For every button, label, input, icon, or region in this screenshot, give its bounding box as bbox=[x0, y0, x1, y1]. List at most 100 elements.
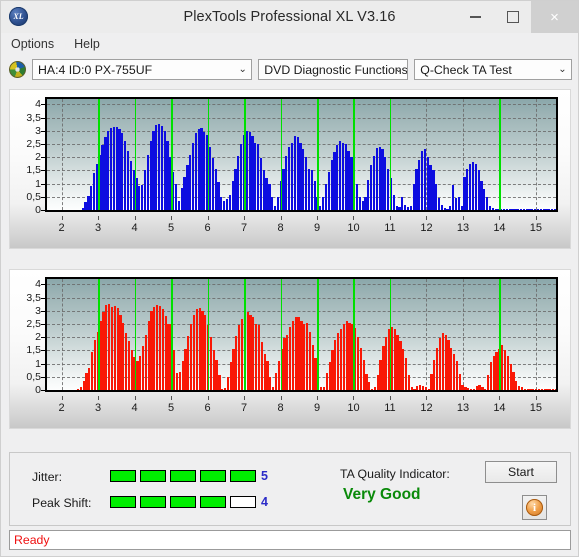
jitter-label: Jitter: bbox=[32, 470, 63, 484]
x-axis-tick-mark bbox=[389, 396, 391, 400]
marker-line bbox=[353, 99, 355, 210]
minimize-button[interactable] bbox=[457, 1, 494, 33]
x-axis-tick-mark bbox=[389, 216, 391, 220]
x-axis-tick-mark bbox=[317, 396, 318, 400]
drive-select[interactable]: HA:4 ID:0 PX-755UF ⌄ bbox=[32, 59, 253, 80]
x-axis-tick-label: 3 bbox=[95, 402, 102, 414]
y-axis-tick-label: 0,5 bbox=[26, 370, 41, 383]
test-select[interactable]: Q-Check TA Test ⌄ bbox=[414, 59, 572, 80]
x-axis-tick-label: 2 bbox=[58, 402, 65, 414]
x-axis-tick-mark bbox=[426, 216, 428, 220]
marker-line bbox=[171, 99, 173, 210]
y-axis-tick-label: 0,5 bbox=[26, 190, 41, 203]
x-axis-tick-label: 11 bbox=[384, 222, 396, 234]
jitter-chart-x-axis: 2 3 4 5 6 7 8 9 10 11 12 13 14 15 bbox=[45, 216, 558, 236]
close-button[interactable]: × bbox=[531, 1, 578, 33]
info-icon: i bbox=[526, 499, 543, 516]
x-axis-tick-label: 11 bbox=[384, 402, 396, 414]
x-axis-tick-mark bbox=[61, 396, 63, 400]
function-select[interactable]: DVD Diagnostic Functions ⌄ bbox=[258, 59, 409, 80]
marker-line bbox=[280, 279, 283, 390]
x-axis-tick-label: 9 bbox=[313, 222, 321, 234]
marker-line bbox=[207, 279, 210, 390]
x-axis-tick-label: 6 bbox=[204, 222, 211, 234]
x-axis-tick-mark bbox=[98, 216, 100, 220]
x-axis-tick-mark bbox=[134, 396, 136, 400]
function-select-value: DVD Diagnostic Functions bbox=[264, 62, 408, 77]
meter-segment bbox=[230, 470, 256, 482]
marker-line bbox=[353, 279, 355, 390]
marker-line bbox=[134, 279, 137, 390]
start-button[interactable]: Start bbox=[485, 461, 557, 483]
x-axis-tick-mark bbox=[134, 216, 136, 220]
peak-shift-value: 4 bbox=[261, 495, 268, 509]
gridline-horizontal bbox=[47, 130, 556, 132]
x-axis-tick-label: 15 bbox=[529, 402, 543, 414]
meter-segment bbox=[140, 470, 166, 482]
x-axis-tick-label: 8 bbox=[277, 222, 284, 234]
menu-item-help[interactable]: Help bbox=[74, 37, 100, 51]
marker-line bbox=[280, 99, 283, 210]
peak-shift-chart-plot bbox=[45, 277, 558, 392]
x-axis-tick-label: 13 bbox=[456, 222, 470, 234]
y-axis-tick-label: 2,5 bbox=[26, 317, 41, 330]
x-axis-tick-mark bbox=[207, 396, 209, 400]
y-axis-tick-label: 3,5 bbox=[26, 291, 41, 304]
x-axis-tick-mark bbox=[535, 396, 537, 400]
x-axis-tick-label: 5 bbox=[167, 222, 175, 234]
marker-line bbox=[499, 279, 501, 390]
jitter-chart-y-axis: 0 0,5 1 1,5 2 2,5 3 3,5 4 bbox=[10, 90, 45, 219]
jitter-chart-plot bbox=[45, 97, 558, 212]
x-axis-tick-label: 10 bbox=[347, 222, 360, 234]
plextools-window: XL PlexTools Professional XL V3.16 × Opt… bbox=[0, 0, 579, 557]
y-axis-tick-label: 1,5 bbox=[26, 164, 41, 177]
marker-line bbox=[317, 279, 319, 390]
gridline-horizontal bbox=[47, 117, 556, 119]
maximize-button[interactable] bbox=[494, 1, 531, 33]
chevron-down-icon: ⌄ bbox=[394, 64, 403, 75]
menu-item-options[interactable]: Options bbox=[11, 37, 54, 51]
peak-shift-chart-y-axis: 0 0,5 1 1,5 2 2,5 3 3,5 4 bbox=[10, 270, 45, 399]
drive-select-value: HA:4 ID:0 PX-755UF bbox=[38, 62, 153, 77]
x-axis-tick-label: 14 bbox=[493, 222, 506, 234]
x-axis-tick-label: 10 bbox=[347, 402, 360, 414]
x-axis-tick-label: 2 bbox=[58, 222, 65, 234]
meter-segment bbox=[200, 496, 226, 508]
x-axis-tick-mark bbox=[171, 216, 173, 220]
x-axis-tick-mark bbox=[207, 216, 209, 220]
x-axis-tick-label: 4 bbox=[131, 402, 138, 414]
x-axis-tick-label: 4 bbox=[131, 222, 138, 234]
marker-line bbox=[207, 99, 210, 210]
gridline-vertical bbox=[535, 99, 537, 210]
x-axis-tick-mark bbox=[280, 216, 282, 220]
y-axis-tick-label: 1,5 bbox=[26, 344, 41, 357]
meter-segment bbox=[110, 496, 136, 508]
y-axis-tick-label: 3,5 bbox=[26, 111, 41, 124]
x-axis-tick-label: 6 bbox=[204, 402, 211, 414]
meter-segment bbox=[170, 470, 196, 482]
app-logo-icon: XL bbox=[9, 7, 28, 26]
minimize-icon bbox=[470, 16, 481, 18]
x-axis-tick-label: 3 bbox=[95, 222, 102, 234]
meter-segment bbox=[230, 496, 256, 508]
x-axis-tick-label: 7 bbox=[240, 222, 248, 234]
x-axis-tick-mark bbox=[499, 216, 501, 220]
marker-line bbox=[499, 99, 501, 210]
marker-line bbox=[389, 99, 392, 210]
status-text: Ready bbox=[14, 533, 50, 547]
chevron-down-icon: ⌄ bbox=[238, 64, 247, 75]
peak-shift-meter bbox=[110, 496, 256, 508]
x-axis-tick-label: 9 bbox=[313, 402, 321, 414]
jitter-meter bbox=[110, 470, 256, 482]
info-button[interactable]: i bbox=[522, 495, 547, 520]
x-axis-tick-label: 8 bbox=[277, 402, 284, 414]
peak-shift-chart-x-axis: 2 3 4 5 6 7 8 9 10 11 12 13 14 15 bbox=[45, 396, 558, 416]
chart-bar bbox=[557, 209, 558, 210]
x-axis-tick-mark bbox=[353, 396, 355, 400]
marker-line bbox=[317, 99, 319, 210]
meter-segment bbox=[170, 496, 196, 508]
x-axis-tick-mark bbox=[462, 396, 464, 400]
gridline-vertical bbox=[61, 279, 63, 390]
x-axis-tick-mark bbox=[353, 216, 355, 220]
marker-line bbox=[389, 279, 392, 390]
